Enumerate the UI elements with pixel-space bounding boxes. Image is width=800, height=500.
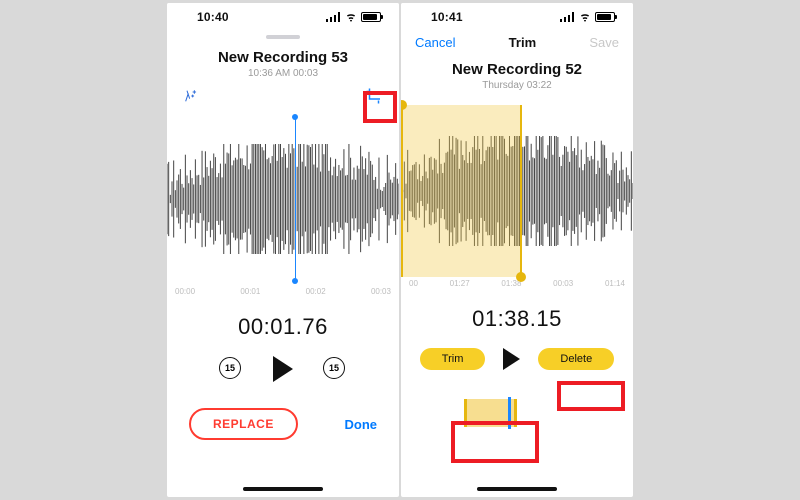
waveform-area[interactable] xyxy=(401,105,633,277)
sheet-grabber[interactable] xyxy=(266,35,300,39)
home-indicator[interactable] xyxy=(243,487,323,491)
battery-icon xyxy=(595,12,615,22)
nav-title: Trim xyxy=(509,35,536,50)
cancel-button[interactable]: Cancel xyxy=(415,35,455,50)
nav-bar: Cancel Trim Save xyxy=(401,29,633,59)
status-bar: 10:41 xyxy=(401,3,633,29)
scrubber-row xyxy=(401,390,633,436)
phone-right-trim: 10:41 Cancel Trim Save New Recording 52 … xyxy=(401,3,633,497)
trim-selection[interactable] xyxy=(401,105,522,277)
crop-icon[interactable] xyxy=(365,87,383,105)
recording-header: New Recording 53 10:36 AM 00:03 xyxy=(167,49,399,79)
transport-controls: 15 15 xyxy=(167,356,399,382)
status-indicators xyxy=(560,12,615,22)
phone-left-edit: 10:40 New Recording 53 10:36 AM 00:03 xyxy=(167,3,399,497)
recording-header: New Recording 52 Thursday 03:22 xyxy=(401,61,633,91)
timecode: 00:01.76 xyxy=(167,314,399,340)
time-axis: 00:00 00:01 00:02 00:03 xyxy=(167,285,399,296)
cellular-icon xyxy=(326,12,341,22)
replace-button[interactable]: REPLACE xyxy=(189,408,298,440)
status-indicators xyxy=(326,12,381,22)
trim-controls: Trim Delete xyxy=(401,348,633,370)
status-bar: 10:40 xyxy=(167,3,399,29)
recording-title: New Recording 52 xyxy=(401,61,633,78)
waveform-area[interactable] xyxy=(167,113,399,285)
home-indicator[interactable] xyxy=(477,487,557,491)
waveform xyxy=(167,144,399,254)
skip-back-button[interactable]: 15 xyxy=(219,357,243,381)
trim-button[interactable]: Trim xyxy=(420,348,486,370)
playhead[interactable] xyxy=(295,117,297,281)
recording-subtitle: Thursday 03:22 xyxy=(401,80,633,91)
wifi-icon xyxy=(345,12,357,22)
enhance-icon[interactable] xyxy=(183,88,199,104)
play-button[interactable] xyxy=(503,348,520,370)
scrubber-cursor[interactable] xyxy=(508,397,511,429)
wifi-icon xyxy=(579,12,591,22)
save-button: Save xyxy=(589,35,619,50)
skip-forward-button[interactable]: 15 xyxy=(323,357,347,381)
recording-subtitle: 10:36 AM 00:03 xyxy=(167,68,399,79)
recording-title: New Recording 53 xyxy=(167,49,399,66)
status-time: 10:41 xyxy=(431,10,463,24)
scrubber[interactable] xyxy=(422,401,612,425)
cellular-icon xyxy=(560,12,575,22)
done-button[interactable]: Done xyxy=(345,417,378,432)
battery-icon xyxy=(361,12,381,22)
status-time: 10:40 xyxy=(197,10,229,24)
delete-button[interactable]: Delete xyxy=(538,348,614,370)
timecode: 01:38.15 xyxy=(401,306,633,332)
play-button[interactable] xyxy=(273,356,293,382)
